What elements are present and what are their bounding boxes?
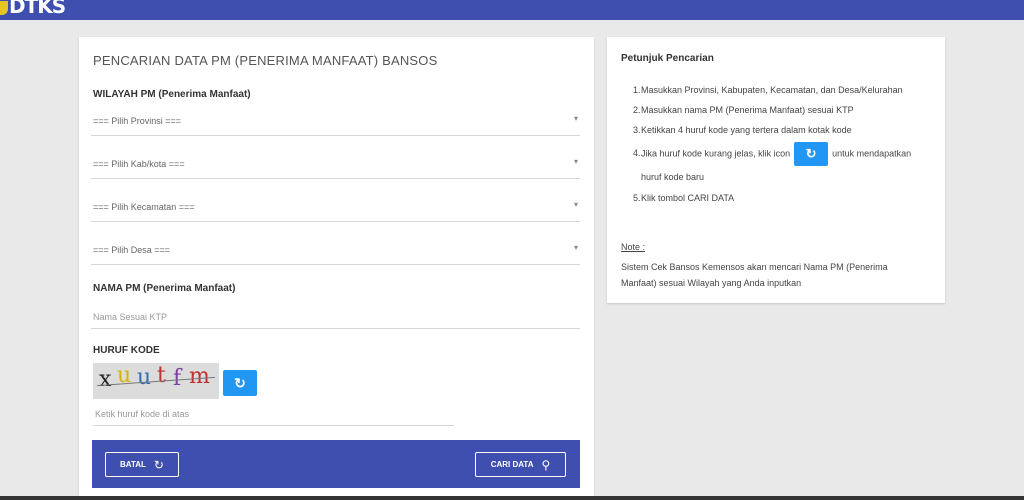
hint-step: 4. Jika huruf kode kurang jelas, klik ico… xyxy=(633,142,931,188)
dtks-logo[interactable]: DTKS xyxy=(0,0,66,18)
captcha-char: x xyxy=(99,367,112,392)
top-navbar: DTKS xyxy=(0,0,1024,20)
kecamatan-select[interactable]: === Pilih Kecamatan === ▾ xyxy=(91,196,580,222)
cari-data-label: CARI DATA xyxy=(490,460,534,469)
provinsi-select-value: === Pilih Provinsi === xyxy=(93,116,182,126)
hint-step: 1. Masukkan Provinsi, Kabupaten, Kecamata… xyxy=(633,82,931,99)
wilayah-label: WILAYAH PM (Penerima Manfaat) xyxy=(93,89,251,100)
desa-select[interactable]: === Pilih Desa === ▾ xyxy=(91,239,580,265)
chevron-down-icon: ▾ xyxy=(573,200,578,209)
chevron-down-icon: ▾ xyxy=(573,157,578,166)
hint-step-text-before: Jika huruf kode kurang jelas, klik icon xyxy=(641,148,791,159)
kabkota-select-value: === Pilih Kab/kota === xyxy=(93,159,185,169)
captcha-char: t xyxy=(157,363,166,388)
hint-step-text: Masukkan nama PM (Penerima Manfaat) sesu… xyxy=(641,105,854,115)
hint-step-number: 5. xyxy=(633,193,641,203)
provinsi-select[interactable]: === Pilih Provinsi === ▾ xyxy=(91,110,580,136)
form-action-bar: BATAL ↻ CARI DATA ⚲ xyxy=(92,440,580,488)
refresh-icon: ↻ xyxy=(805,146,817,161)
logo-text: DTKS xyxy=(9,0,66,18)
desa-select-value: === Pilih Desa === xyxy=(93,245,171,255)
note-text: Sistem Cek Bansos Kemensos akan mencari … xyxy=(621,262,888,288)
chevron-down-icon: ▾ xyxy=(573,114,578,123)
hint-step: 2. Masukkan nama PM (Penerima Manfaat) se… xyxy=(633,102,931,119)
hint-step-number: 3. xyxy=(633,125,641,135)
cari-data-button[interactable]: CARI DATA ⚲ xyxy=(475,452,566,477)
hint-step-number: 4. xyxy=(633,148,641,158)
hint-step-number: 2. xyxy=(633,105,641,115)
captcha-char: u xyxy=(137,365,152,390)
hint-step: 5. Klik tombol CARI DATA xyxy=(633,190,931,207)
refresh-captcha-button[interactable]: ↻ xyxy=(223,370,257,396)
hint-step-text: Ketikkan 4 huruf kode yang tertera dalam… xyxy=(641,125,852,135)
hint-title: Petunjuk Pencarian xyxy=(621,53,714,64)
logo-mark-icon xyxy=(0,0,8,15)
hint-step-text: Masukkan Provinsi, Kabupaten, Kecamatan,… xyxy=(641,85,903,95)
batal-button[interactable]: BATAL ↻ xyxy=(105,452,179,477)
hint-step: 3. Ketikkan 4 huruf kode yang tertera dal… xyxy=(633,122,931,139)
search-card: PENCARIAN DATA PM (PENERIMA MANFAAT) BAN… xyxy=(79,37,594,500)
kode-label: HURUF KODE xyxy=(93,345,160,356)
note-title: Note : xyxy=(621,242,646,252)
inline-refresh-button: ↻ xyxy=(794,142,829,166)
hint-step-number: 1. xyxy=(633,85,641,95)
hint-card: Petunjuk Pencarian 1. Masukkan Provinsi, … xyxy=(607,37,945,303)
search-card-title: PENCARIAN DATA PM (PENERIMA MANFAAT) BAN… xyxy=(93,53,438,68)
search-icon: ⚲ xyxy=(541,457,551,472)
refresh-icon: ↻ xyxy=(234,375,246,391)
captcha-image: x u u t f m xyxy=(93,363,219,399)
chevron-down-icon: ▾ xyxy=(573,243,578,252)
kode-input[interactable] xyxy=(93,402,454,426)
batal-label: BATAL xyxy=(120,460,146,469)
bottom-bar xyxy=(0,496,1024,500)
hint-step-text: Klik tombol CARI DATA xyxy=(641,193,735,203)
nama-input[interactable] xyxy=(91,305,580,329)
nama-label: NAMA PM (Penerima Manfaat) xyxy=(93,283,236,294)
reset-icon: ↻ xyxy=(153,457,164,472)
kabkota-select[interactable]: === Pilih Kab/kota === ▾ xyxy=(91,153,580,179)
hint-steps: 1. Masukkan Provinsi, Kabupaten, Kecamata… xyxy=(633,82,931,207)
kecamatan-select-value: === Pilih Kecamatan === xyxy=(93,202,195,212)
